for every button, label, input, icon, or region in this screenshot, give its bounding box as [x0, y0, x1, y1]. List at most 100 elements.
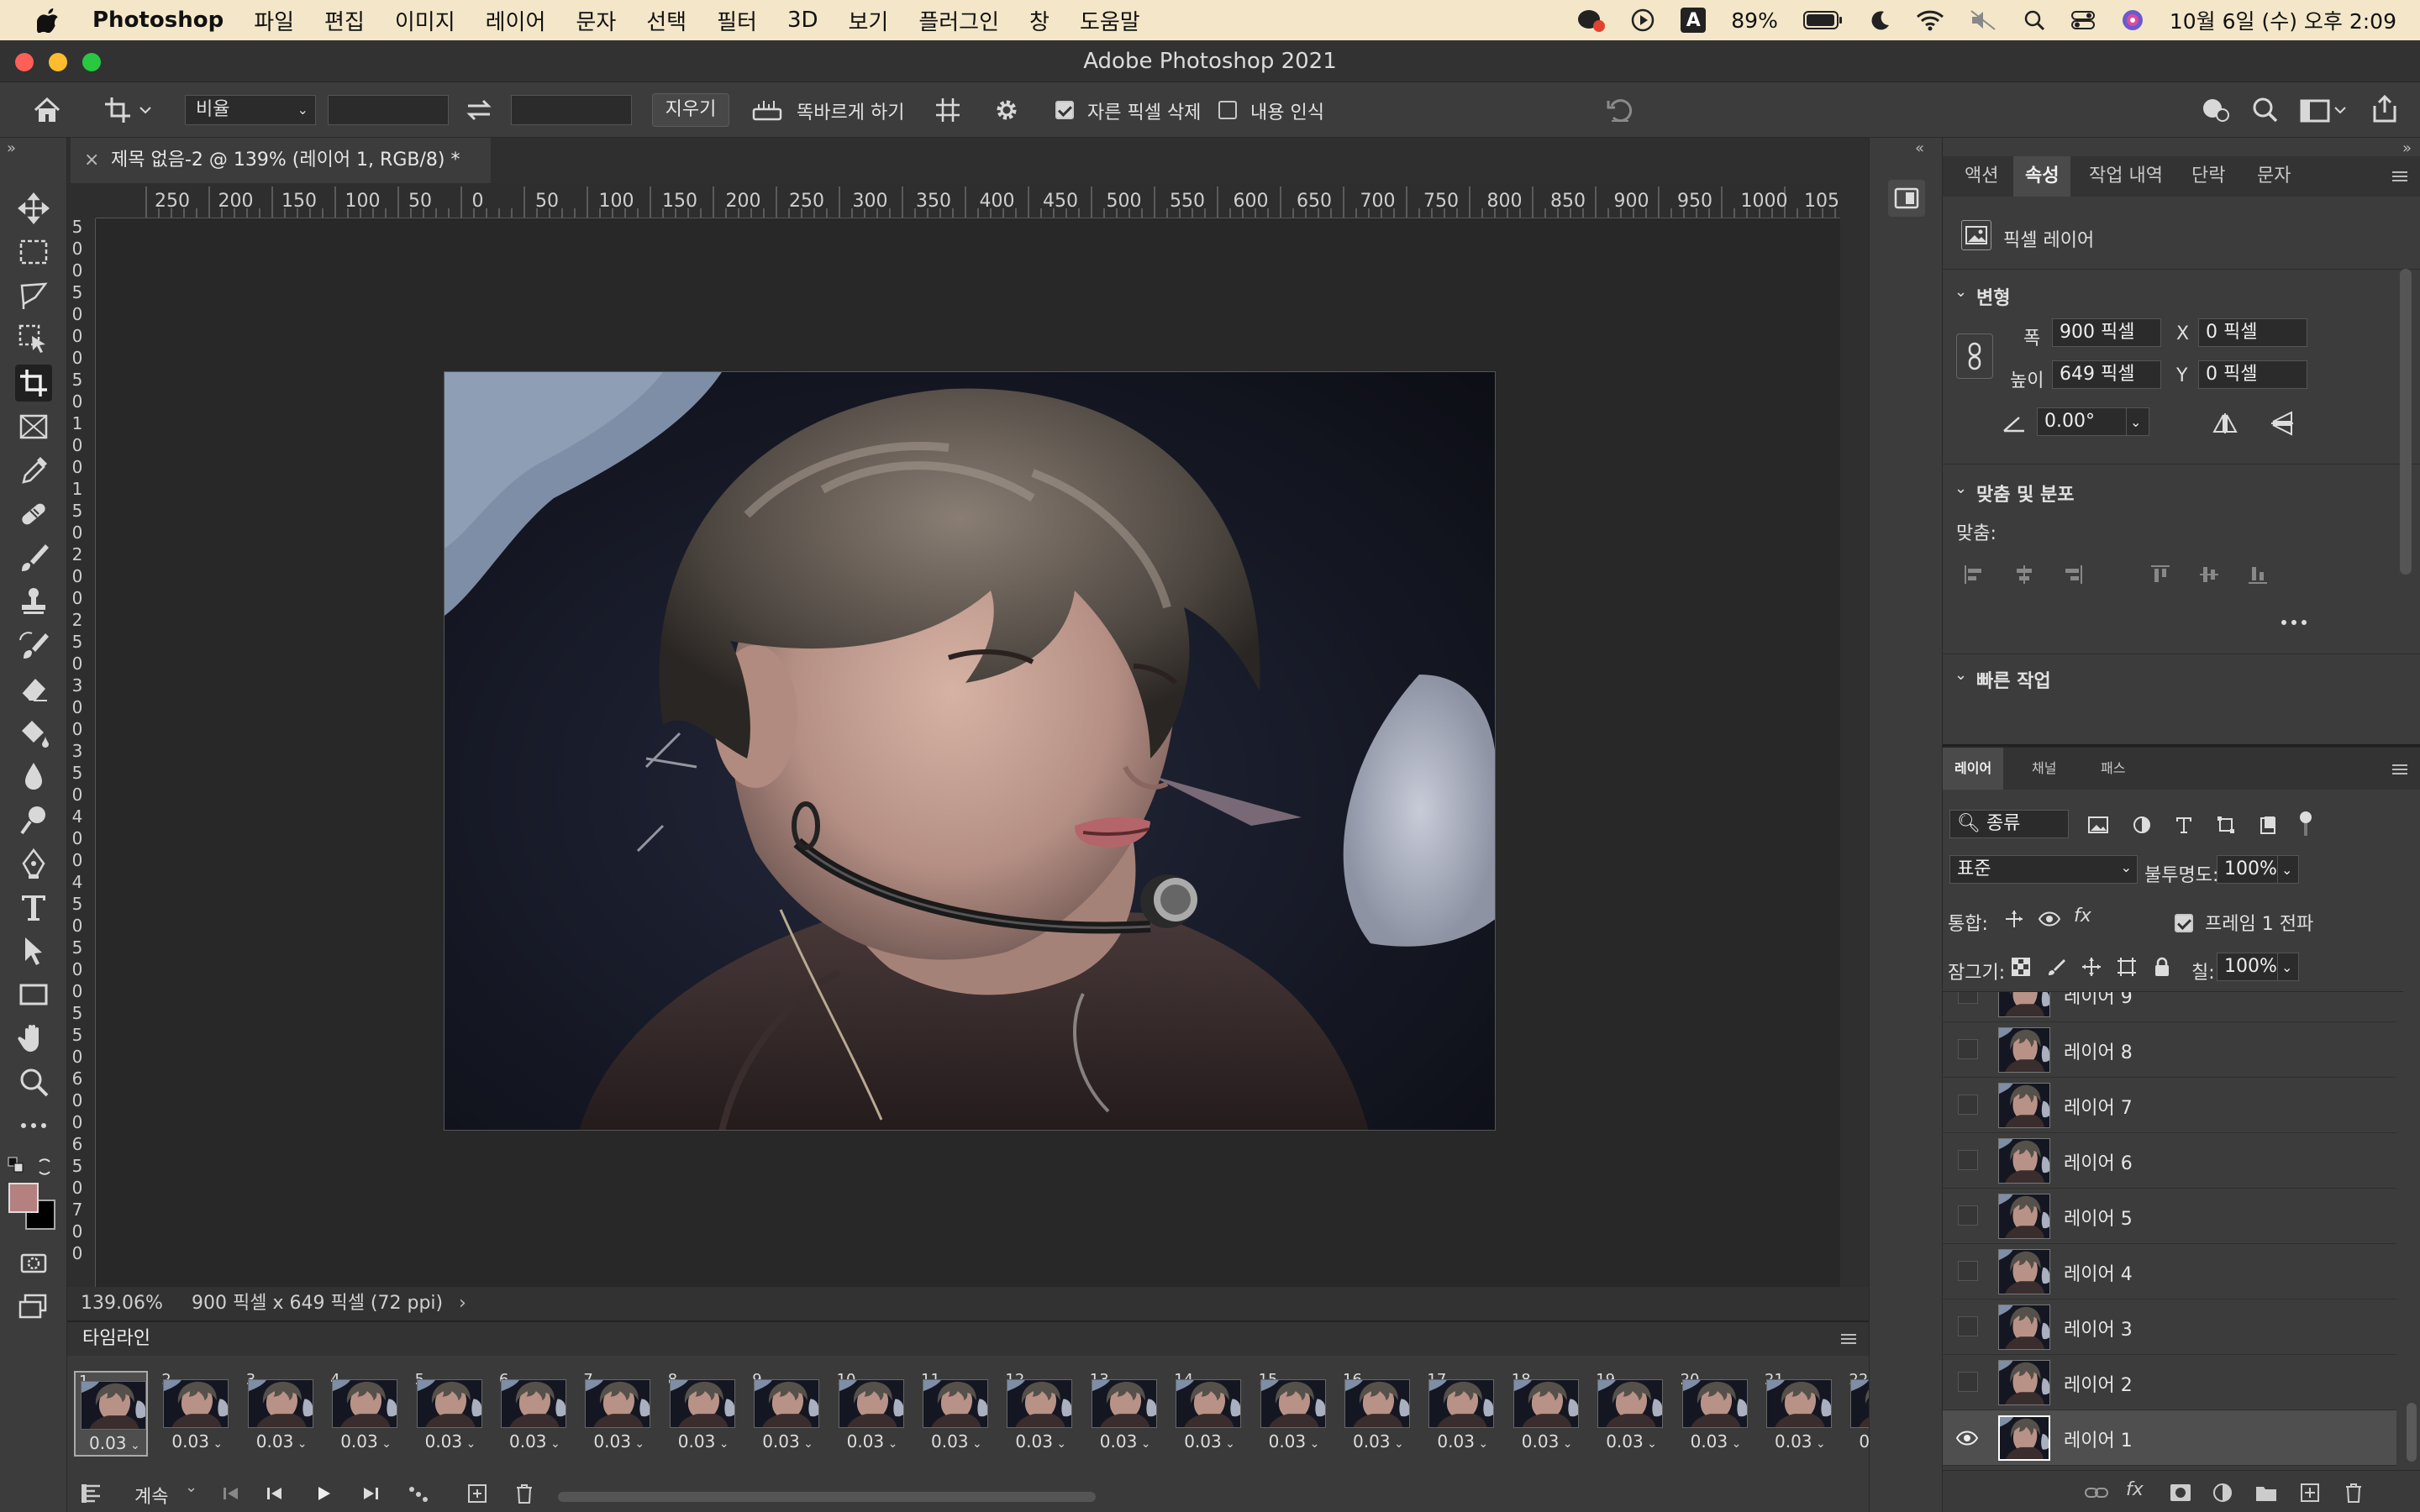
- unify-style-icon[interactable]: fx: [2074, 906, 2091, 927]
- frame-delay[interactable]: 0.03 ⌄: [1184, 1431, 1235, 1452]
- align-top-icon[interactable]: [2148, 562, 2173, 587]
- ratio-height-input[interactable]: [511, 95, 632, 125]
- reset-icon[interactable]: [1603, 94, 1637, 126]
- timeline-scrollbar[interactable]: [558, 1492, 1096, 1502]
- frame-delay[interactable]: 0.03 ⌄: [425, 1431, 476, 1452]
- pen-tool-icon[interactable]: [15, 845, 52, 882]
- timeline-frame[interactable]: 8 0.03 ⌄: [665, 1371, 739, 1457]
- clear-button[interactable]: 지우기: [652, 93, 729, 127]
- layer-row[interactable]: 레이어 6: [1943, 1133, 2396, 1189]
- mute-icon[interactable]: [1970, 9, 1998, 31]
- menu-image[interactable]: 이미지: [380, 5, 471, 36]
- straighten-icon[interactable]: [750, 96, 785, 124]
- dodge-tool-icon[interactable]: [15, 801, 52, 838]
- panel-menu-icon[interactable]: [2390, 761, 2410, 778]
- collapse-panels-icon[interactable]: »: [2402, 139, 2412, 157]
- unify-visibility-icon[interactable]: [2037, 907, 2062, 931]
- delete-cropped-label[interactable]: 자른 픽셀 삭제: [1087, 97, 1201, 124]
- content-aware-checkbox[interactable]: [1218, 101, 1237, 119]
- quick-mask-icon[interactable]: [15, 1245, 52, 1282]
- propagate-frame-label[interactable]: 프레임 1 전파: [2205, 909, 2313, 936]
- blur-tool-icon[interactable]: [15, 758, 52, 795]
- eye-icon[interactable]: [1954, 1427, 1980, 1449]
- home-icon[interactable]: [30, 94, 64, 126]
- panel-menu-icon[interactable]: [2390, 168, 2410, 185]
- timeline-frame[interactable]: 3 0.03 ⌄: [243, 1371, 317, 1457]
- document-tab[interactable]: × 제목 없음-2 @ 139% (레이어 1, RGB/8) *: [71, 138, 491, 183]
- layer-name[interactable]: 레이어 2: [2064, 1370, 2133, 1397]
- eyedropper-tool-icon[interactable]: [15, 452, 52, 489]
- first-frame-icon[interactable]: [220, 1483, 242, 1504]
- tab-paragraph[interactable]: 단락: [2180, 156, 2237, 197]
- visibility-toggle[interactable]: [1958, 1095, 1978, 1115]
- timeline-frame[interactable]: 12 0.03 ⌄: [1002, 1371, 1076, 1457]
- close-tab-icon[interactable]: ×: [84, 138, 99, 183]
- menu-file[interactable]: 파일: [239, 5, 309, 36]
- delete-layer-icon[interactable]: [2341, 1481, 2366, 1504]
- previous-frame-icon[interactable]: [264, 1483, 286, 1504]
- move-tool-icon[interactable]: [15, 190, 52, 227]
- propagate-frame-checkbox[interactable]: [2175, 914, 2193, 932]
- menu-app-photoshop[interactable]: Photoshop: [77, 8, 239, 33]
- menu-type[interactable]: 문자: [560, 5, 631, 36]
- timeline-frame[interactable]: 17 0.03 ⌄: [1423, 1371, 1497, 1457]
- flip-vertical-icon[interactable]: [2267, 411, 2297, 436]
- control-center-icon[interactable]: [2070, 9, 2096, 31]
- input-source-icon[interactable]: A: [1681, 8, 1707, 33]
- layer-row[interactable]: 레이어 1: [1943, 1410, 2396, 1466]
- next-frame-icon[interactable]: [360, 1483, 381, 1504]
- menu-filter[interactable]: 필터: [702, 5, 772, 36]
- libraries-icon[interactable]: [1888, 180, 1925, 217]
- convert-timeline-icon[interactable]: [79, 1482, 104, 1505]
- visibility-toggle[interactable]: [1958, 1316, 1978, 1336]
- layer-row[interactable]: 레이어 2: [1943, 1355, 2396, 1410]
- new-group-icon[interactable]: [2254, 1481, 2279, 1504]
- timeline-frame[interactable]: 13 0.03 ⌄: [1086, 1371, 1160, 1457]
- frame-delay[interactable]: 0.03 ⌄: [509, 1431, 560, 1452]
- visibility-toggle[interactable]: [1958, 1372, 1978, 1392]
- spotlight-search-icon[interactable]: [2023, 9, 2045, 31]
- menu-view[interactable]: 보기: [834, 5, 904, 36]
- straighten-label[interactable]: 똑바르게 하기: [797, 97, 904, 124]
- content-aware-label[interactable]: 내용 인식: [1250, 97, 1324, 124]
- lasso-tool-icon[interactable]: [15, 277, 52, 314]
- filter-smart-object-icon[interactable]: [2255, 813, 2281, 837]
- layer-name[interactable]: 레이어 9: [2064, 992, 2133, 1009]
- overlay-grid-icon[interactable]: [931, 94, 965, 126]
- menu-layer[interactable]: 레이어: [471, 5, 561, 36]
- wifi-icon[interactable]: [1916, 9, 1944, 31]
- chevron-down-icon[interactable]: ⌄: [1954, 283, 1967, 301]
- frame-delay[interactable]: 0.03 ⌄: [1437, 1431, 1488, 1452]
- properties-scrollbar[interactable]: [2400, 269, 2412, 575]
- align-center-h-icon[interactable]: [2012, 562, 2037, 587]
- share-icon[interactable]: [2368, 92, 2402, 126]
- layer-row[interactable]: 레이어 5: [1943, 1189, 2396, 1244]
- align-right-icon[interactable]: [2060, 562, 2086, 587]
- tween-icon[interactable]: [407, 1483, 430, 1504]
- timeline-frame[interactable]: 20 0.03 ⌄: [1677, 1371, 1751, 1457]
- panel-menu-icon[interactable]: [1839, 1331, 1859, 1347]
- canvas-photo[interactable]: [444, 371, 1496, 1131]
- vertical-ruler[interactable]: 5005000501001502002503003504004505005506…: [67, 218, 96, 1287]
- layer-name[interactable]: 레이어 6: [2064, 1148, 2133, 1175]
- y-input[interactable]: 0 픽셀: [2198, 360, 2307, 389]
- layer-name[interactable]: 레이어 3: [2064, 1315, 2133, 1341]
- x-input[interactable]: 0 픽셀: [2198, 318, 2307, 347]
- align-bottom-icon[interactable]: [2245, 562, 2270, 587]
- timeline-frame[interactable]: 14 0.03 ⌄: [1171, 1371, 1244, 1457]
- tab-channels[interactable]: 채널: [2020, 748, 2068, 790]
- canvas-vertical-scrollbar[interactable]: [1840, 183, 1869, 1287]
- frame-delay[interactable]: 0.03 ⌄: [89, 1433, 140, 1453]
- layer-row[interactable]: 레이어 8: [1943, 1022, 2396, 1078]
- timeline-frame[interactable]: 15 0.03 ⌄: [1255, 1371, 1329, 1457]
- delete-cropped-checkbox[interactable]: [1055, 101, 1074, 119]
- layer-name[interactable]: 레이어 8: [2064, 1037, 2133, 1064]
- tab-properties[interactable]: 속성: [2013, 156, 2071, 197]
- angle-input[interactable]: 0.00°: [2037, 407, 2128, 436]
- layer-name[interactable]: 레이어 4: [2064, 1259, 2133, 1286]
- workspace-icon[interactable]: [2299, 94, 2349, 126]
- add-adjustment-icon[interactable]: [2210, 1481, 2235, 1504]
- play-circle-icon[interactable]: [1630, 8, 1655, 33]
- angle-dropdown[interactable]: ⌄: [2126, 407, 2149, 436]
- add-mask-icon[interactable]: [2168, 1481, 2193, 1504]
